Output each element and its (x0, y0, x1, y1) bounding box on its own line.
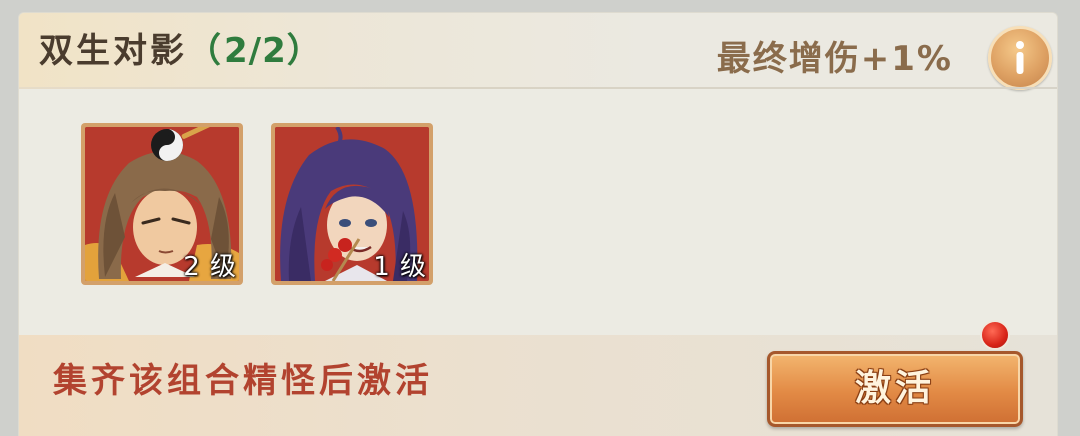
card-level-badge: 2 级 (183, 252, 237, 282)
bonus-text: 最终增伤+1% (716, 39, 953, 79)
panel-header: 双生对影（2/2） 最终增伤+1% (19, 13, 1057, 90)
count-paren-open: （ (187, 31, 224, 71)
combo-count: 2/2 (224, 31, 287, 71)
info-icon (1016, 41, 1024, 74)
activation-hint: 集齐该组合精怪后激活 (53, 361, 433, 401)
combo-title: 双生对影（2/2） (39, 29, 324, 73)
combo-panel: 双生对影（2/2） 最终增伤+1% 2 级 1 级 集齐该组合精怪后激活 激活 (18, 12, 1058, 436)
activate-button-label: 激活 (854, 368, 935, 409)
header-divider (19, 87, 1057, 89)
card-level-badge: 1 级 (373, 252, 427, 282)
panel-footer: 集齐该组合精怪后激活 激活 (19, 335, 1057, 436)
character-card-1[interactable]: 2 级 (81, 123, 243, 285)
activate-button[interactable]: 激活 (767, 351, 1023, 427)
notification-dot (980, 320, 1010, 350)
count-paren-close: ） (286, 31, 324, 71)
info-button[interactable] (988, 26, 1052, 90)
combo-name: 双生对影 (39, 31, 187, 71)
character-card-2[interactable]: 1 级 (271, 123, 433, 285)
